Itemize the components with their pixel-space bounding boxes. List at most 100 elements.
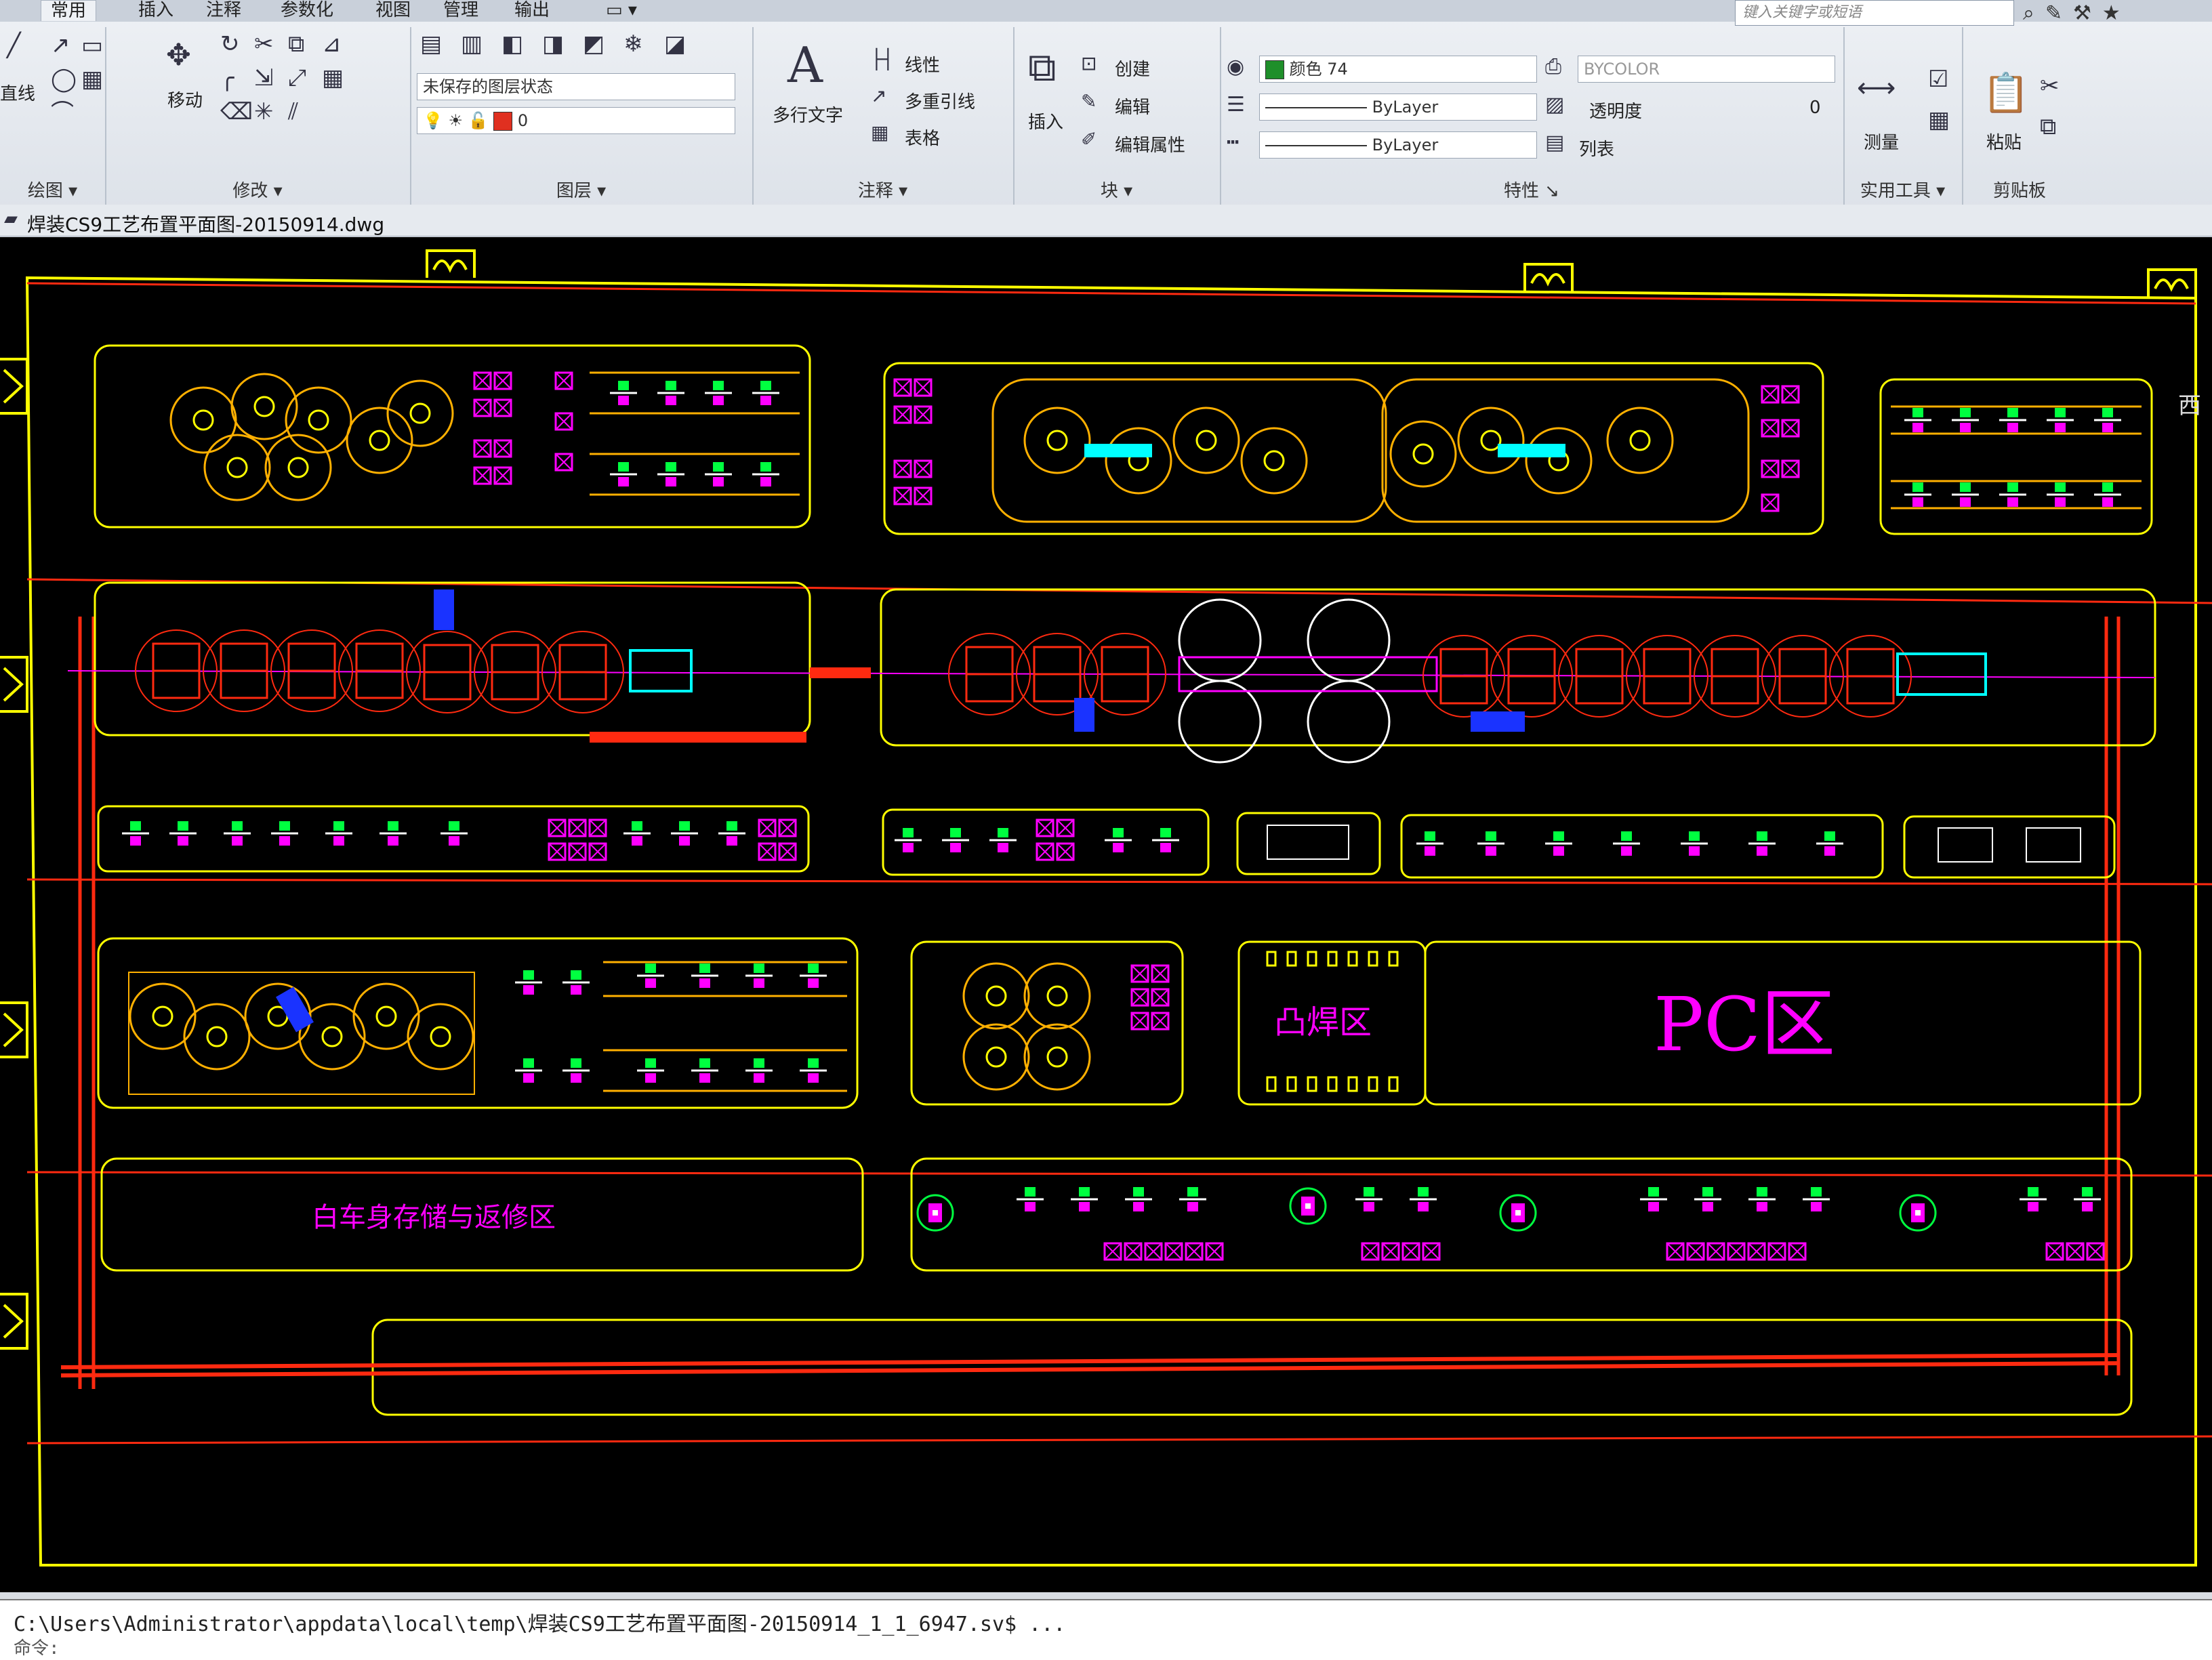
properties-panel: ◉ 颜色 74 ☰ ByLayer ┅ ByLayer ⎙ BYCOLOR ▨ …: [1220, 27, 1845, 205]
tab-overflow-button[interactable]: ▭ ▾: [596, 0, 647, 20]
drawing-canvas[interactable]: PC区 凸焊区 白车身存储与返修区 西: [0, 237, 2212, 1592]
linear-dimension-label[interactable]: 线性: [905, 51, 940, 77]
strip-row3-e: [1903, 815, 2116, 879]
block-panel-title[interactable]: 块 ▾: [1013, 177, 1220, 202]
document-tab-title[interactable]: 焊装CS9工艺布置平面图-20150914.dwg: [27, 210, 384, 237]
multileader-label[interactable]: 多重引线: [905, 88, 975, 113]
transparency-value[interactable]: 0: [1809, 98, 1821, 118]
layer-isolate-icon[interactable]: ◨: [542, 33, 564, 56]
edit-attribute-icon[interactable]: ✐: [1081, 130, 1097, 149]
multileader-icon[interactable]: ↗: [871, 87, 886, 106]
match-properties-icon[interactable]: ◉: [1227, 57, 1244, 77]
layers-panel-title[interactable]: 图层 ▾: [410, 177, 752, 202]
paste-label[interactable]: 粘贴: [1986, 129, 2022, 154]
row3-stations: [121, 820, 1845, 857]
color-combo[interactable]: 颜色 74: [1259, 56, 1537, 83]
tab-manage[interactable]: 管理: [434, 0, 488, 20]
clipboard-panel: 📋 粘贴 ✂ ⧉ 剪贴板: [1962, 27, 2077, 205]
arc-icon[interactable]: ⌒: [51, 102, 74, 125]
layer-state-combo[interactable]: 未保存的图层状态: [417, 73, 735, 100]
main-framing-area-left: [991, 378, 1387, 523]
tab-home[interactable]: 常用: [41, 0, 97, 21]
tab-annotate[interactable]: 注释: [197, 0, 251, 20]
strip-row3-d: [1400, 814, 1884, 879]
wrench-icon[interactable]: ⚒: [2073, 1, 2102, 25]
search-input[interactable]: 键入关键字或短语: [1735, 0, 2014, 26]
transparency-label: 透明度: [1589, 102, 1643, 122]
layer-properties-icon[interactable]: ▤: [420, 33, 442, 56]
edit-block-icon[interactable]: ✎: [1081, 92, 1097, 111]
rotate-icon[interactable]: ↻: [220, 33, 240, 56]
layer-unisolate-icon[interactable]: ◩: [583, 33, 605, 56]
table-label[interactable]: 表格: [905, 125, 940, 150]
list-label[interactable]: 列表: [1579, 136, 1614, 161]
draw-panel-title[interactable]: 绘图 ▾: [0, 177, 105, 202]
cut-icon[interactable]: ✂: [2040, 75, 2060, 98]
layer-off-icon[interactable]: ◪: [664, 33, 686, 56]
top-wall-line: [26, 282, 2196, 305]
transparency-icon[interactable]: ▨: [1545, 95, 1564, 115]
measure-icon[interactable]: ⟷: [1857, 75, 1896, 102]
tools-icon[interactable]: ✎: [2045, 1, 2073, 25]
stretch-icon[interactable]: ⇲: [254, 66, 274, 89]
calculator-icon[interactable]: ▦: [1928, 108, 1950, 131]
current-layer-combo[interactable]: 💡 ☀ 🔓 0: [417, 107, 735, 134]
array-icon[interactable]: ▦: [322, 66, 344, 89]
tab-parametric[interactable]: 参数化: [271, 0, 343, 20]
command-line[interactable]: C:\Users\Administrator\appdata\local\tem…: [0, 1599, 2212, 1660]
circle-icon[interactable]: ◯: [51, 68, 77, 91]
linetype-icon[interactable]: ┅: [1227, 133, 1239, 153]
table-icon[interactable]: ▦: [871, 123, 888, 142]
layer-previous-icon[interactable]: ◧: [501, 33, 523, 56]
line-tool-label[interactable]: 直线: [0, 80, 35, 105]
command-prompt[interactable]: 命令:: [14, 1634, 60, 1659]
paste-icon[interactable]: 📋: [1982, 75, 2030, 112]
scale-icon[interactable]: ⤢: [288, 66, 306, 89]
clipboard-panel-title[interactable]: 剪贴板: [1962, 177, 2077, 202]
copy-clip-icon[interactable]: ⧉: [2040, 115, 2056, 138]
tab-insert[interactable]: 插入: [129, 0, 183, 20]
star-icon[interactable]: ★: [2102, 1, 2131, 25]
layer-match-icon[interactable]: ▥: [461, 33, 483, 56]
erase-icon[interactable]: ⌫: [220, 100, 253, 123]
plot-style-combo[interactable]: BYCOLOR: [1578, 56, 1835, 83]
list-icon[interactable]: ▤: [1545, 133, 1564, 153]
edit-attribute-label[interactable]: 编辑属性: [1115, 131, 1185, 157]
multiline-text-icon[interactable]: A: [787, 41, 823, 89]
linear-dimension-icon[interactable]: ├┤: [871, 50, 894, 69]
line-tool-icon[interactable]: ╱: [7, 34, 20, 57]
tab-output[interactable]: 输出: [505, 0, 559, 20]
create-block-icon[interactable]: ⊡: [1081, 54, 1097, 73]
annotation-panel-title[interactable]: 注释 ▾: [752, 177, 1013, 202]
trim-icon[interactable]: ✂: [254, 33, 274, 56]
linetype-combo[interactable]: ByLayer: [1259, 94, 1537, 121]
edit-block-label[interactable]: 编辑: [1115, 94, 1150, 119]
create-block-label[interactable]: 创建: [1115, 56, 1150, 81]
properties-panel-title[interactable]: 特性 ↘: [1220, 177, 1843, 202]
row5-right-racks: [1103, 1242, 2105, 1261]
layer-freeze-icon[interactable]: ❄: [623, 33, 643, 56]
lineweight-combo[interactable]: ByLayer: [1259, 131, 1537, 159]
move-label[interactable]: 移动: [167, 87, 203, 112]
measure-label[interactable]: 测量: [1864, 129, 1899, 154]
quick-select-icon[interactable]: ☑: [1928, 68, 1948, 91]
offset-icon[interactable]: ⫽: [288, 100, 298, 123]
insert-block-icon[interactable]: ⧉: [1028, 47, 1056, 87]
utilities-panel-title[interactable]: 实用工具 ▾: [1843, 177, 1962, 202]
rectangle-icon[interactable]: ▭: [81, 34, 103, 57]
hatch-icon[interactable]: ▦: [81, 68, 103, 91]
move-icon[interactable]: ✥: [166, 41, 191, 70]
infocenter-icons[interactable]: ⌕✎⚒★: [2023, 1, 2131, 25]
insert-block-label[interactable]: 插入: [1028, 108, 1063, 133]
modify-panel-title[interactable]: 修改 ▾: [105, 177, 410, 202]
mirror-icon[interactable]: ⊿: [322, 33, 342, 56]
row1-left-benches: [590, 371, 800, 496]
polyline-icon[interactable]: ↗: [51, 34, 70, 57]
tab-view[interactable]: 视图: [366, 0, 420, 20]
explode-icon[interactable]: ✳: [254, 100, 274, 123]
copy-icon[interactable]: ⧉: [288, 33, 304, 56]
lineweight-icon[interactable]: ☰: [1227, 95, 1245, 115]
fillet-icon[interactable]: ╭: [220, 66, 234, 89]
binoculars-icon[interactable]: ⌕: [2023, 1, 2045, 25]
multiline-text-label[interactable]: 多行文字: [773, 102, 843, 127]
